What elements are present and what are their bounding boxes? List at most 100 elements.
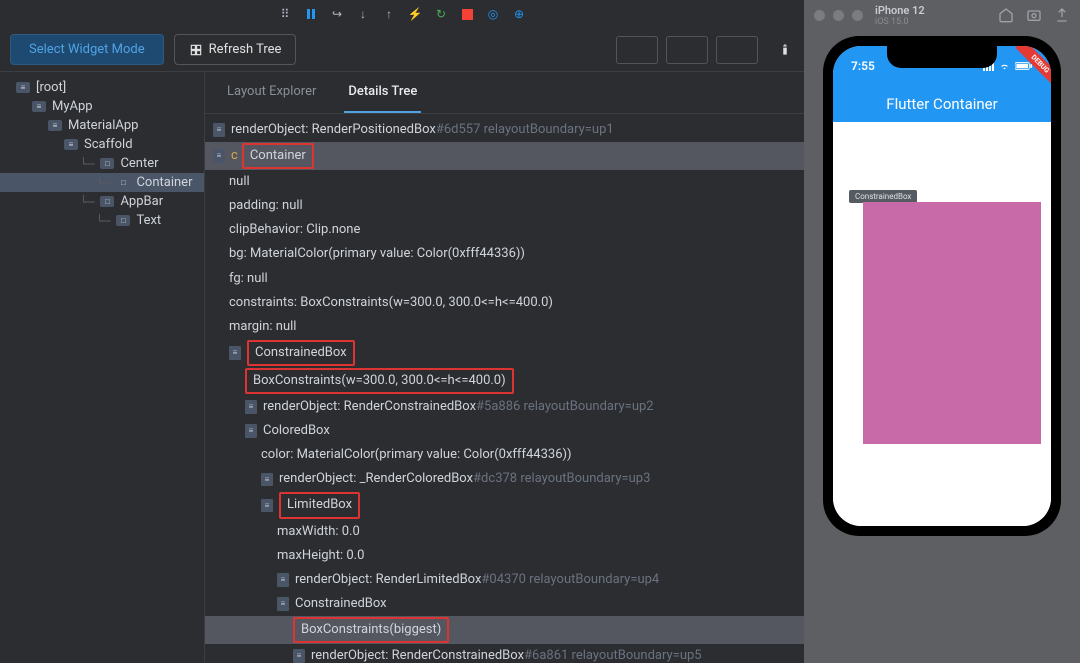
screenshot-icon[interactable]	[1026, 7, 1042, 23]
detail-row[interactable]: ≡ renderObject: RenderConstrainedBox#5a88…	[205, 395, 804, 419]
simulator-os-label: iOS 15.0	[875, 17, 925, 27]
details-tabs: Layout Explorer Details Tree	[205, 72, 804, 114]
toolbar-box[interactable]	[616, 36, 658, 64]
detail-row[interactable]: color: MaterialColor(primary value: Colo…	[205, 443, 804, 467]
detail-text: ColoredBox	[263, 420, 330, 442]
widget-label: [root]	[36, 80, 66, 95]
detail-row[interactable]: constraints: BoxConstraints(w=300.0, 300…	[205, 291, 804, 315]
widget-tree-item[interactable]: └─ □Center	[0, 154, 204, 173]
step-in-icon[interactable]: ↓	[354, 5, 372, 23]
tab-details-tree[interactable]: Details Tree	[344, 72, 421, 113]
detail-row[interactable]: fg: null	[205, 267, 804, 291]
detail-text: maxHeight: 0.0	[277, 545, 364, 567]
detail-text: margin: null	[229, 316, 296, 338]
share-icon[interactable]	[1054, 7, 1070, 23]
detail-text: renderObject: RenderConstrainedBox	[263, 396, 476, 418]
widget-tree-item[interactable]: ≡ [root]	[0, 78, 204, 97]
detail-row[interactable]: ≡LimitedBox	[205, 491, 804, 519]
toolbar-box[interactable]	[666, 36, 708, 64]
tab-layout-explorer[interactable]: Layout Explorer	[223, 72, 320, 113]
detail-badge-icon: ≡	[229, 346, 241, 360]
refresh-tree-button[interactable]: Refresh Tree	[174, 34, 297, 65]
widget-tree-item[interactable]: └─ □AppBar	[0, 192, 204, 211]
step-out-icon[interactable]: ↑	[380, 5, 398, 23]
detail-row[interactable]: ≡renderObject: _RenderColoredBox#dc378 r…	[205, 467, 804, 491]
detail-row[interactable]: BoxConstraints(w=300.0, 300.0<=h<=400.0)	[205, 367, 804, 395]
select-widget-button[interactable]: Select Widget Mode	[10, 34, 164, 65]
widget-badge-icon: ≡	[64, 139, 78, 150]
devtools-main: ⠿ ↪ ↓ ↑ ⚡ ↻ ◎ ⊕ Select Widget Mode Refre…	[0, 0, 804, 663]
refresh-icon[interactable]: ↻	[432, 5, 450, 23]
widget-tree-item[interactable]: └─ □Container	[0, 173, 204, 192]
zoom-target-icon[interactable]: ⊕	[510, 5, 528, 23]
detail-row[interactable]: padding: null	[205, 194, 804, 218]
widget-tree-item[interactable]: └─ □Text	[0, 211, 204, 230]
grip-icon[interactable]: ⠿	[276, 5, 294, 23]
bolt-icon[interactable]: ⚡	[406, 5, 424, 23]
detail-text: BoxConstraints(biggest)	[293, 617, 449, 643]
traffic-max-icon[interactable]	[852, 10, 863, 21]
detail-text: renderObject: RenderConstrainedBox	[311, 645, 524, 663]
widget-tree-item[interactable]: ≡MyApp	[0, 97, 204, 116]
battery-icon	[776, 41, 794, 59]
phone-screen[interactable]: 7:55 DEBUG Flutter Container Constrained…	[833, 46, 1051, 526]
wifi-icon	[998, 61, 1011, 71]
detail-dim-text: #6a861 relayoutBoundary=up5	[524, 645, 702, 663]
widget-label: Container	[136, 175, 192, 190]
detail-text: maxWidth: 0.0	[277, 521, 360, 543]
detail-row[interactable]: ≡renderObject: RenderPositionedBox#6d557…	[205, 118, 804, 142]
inspector-content: ≡[root]≡MyApp≡MaterialApp≡Scaffold└─ □Ce…	[0, 72, 804, 663]
stop-icon[interactable]	[458, 5, 476, 23]
details-tree[interactable]: ≡renderObject: RenderPositionedBox#6d557…	[205, 114, 804, 663]
detail-row[interactable]: bg: MaterialColor(primary value: Color(0…	[205, 242, 804, 266]
detail-row[interactable]: BoxConstraints(biggest)	[205, 616, 804, 644]
detail-text: renderObject: RenderPositionedBox	[231, 119, 436, 141]
toolbar-box[interactable]	[716, 36, 758, 64]
target-icon[interactable]: ◎	[484, 5, 502, 23]
widget-label: MaterialApp	[68, 118, 138, 133]
step-over-icon[interactable]: ↪	[328, 5, 346, 23]
detail-text: clipBehavior: Clip.none	[229, 219, 360, 241]
detail-row[interactable]: ≡ renderObject: RenderConstrainedBox#6a86…	[205, 644, 804, 663]
traffic-min-icon[interactable]	[833, 10, 844, 21]
debug-toolbar: ⠿ ↪ ↓ ↑ ⚡ ↻ ◎ ⊕	[0, 0, 804, 28]
widget-tree-item[interactable]: ≡Scaffold	[0, 135, 204, 154]
detail-row[interactable]: ≡ ColoredBox	[205, 419, 804, 443]
detail-row[interactable]: maxWidth: 0.0	[205, 520, 804, 544]
detail-row[interactable]: null	[205, 170, 804, 194]
home-icon[interactable]	[998, 7, 1014, 23]
detail-dim-text: #5a886 relayoutBoundary=up2	[476, 396, 654, 418]
phone-frame: 7:55 DEBUG Flutter Container Constrained…	[823, 36, 1061, 536]
detail-row[interactable]: ≡ConstrainedBox	[205, 592, 804, 616]
widget-badge-icon: ≡	[16, 82, 30, 93]
traffic-close-icon[interactable]	[814, 10, 825, 21]
detail-badge-icon: ≡	[293, 649, 305, 663]
detail-text: ConstrainedBox	[295, 593, 387, 615]
detail-row[interactable]: ≡cContainer	[205, 142, 804, 170]
detail-badge-icon: ≡	[245, 400, 257, 414]
widget-tree-panel[interactable]: ≡[root]≡MyApp≡MaterialApp≡Scaffold└─ □Ce…	[0, 72, 205, 663]
detail-text: BoxConstraints(w=300.0, 300.0<=h<=400.0)	[245, 368, 514, 394]
detail-badge-icon: ≡	[261, 473, 273, 487]
detail-row[interactable]: maxHeight: 0.0	[205, 544, 804, 568]
detail-text: renderObject: RenderLimitedBox	[295, 569, 481, 591]
widget-label: AppBar	[120, 194, 163, 209]
detail-text: color: MaterialColor(primary value: Colo…	[261, 444, 572, 466]
widget-badge-icon: □	[116, 177, 130, 188]
detail-text: fg: null	[229, 268, 268, 290]
detail-badge-icon: ≡	[245, 424, 257, 438]
widget-badge-icon: □	[100, 196, 114, 207]
detail-dim-text: #dc378 relayoutBoundary=up3	[473, 468, 650, 490]
widget-label: Text	[136, 213, 161, 228]
pause-icon[interactable]	[302, 5, 320, 23]
simulator-device-label: iPhone 12	[875, 4, 925, 17]
detail-row[interactable]: ≡renderObject: RenderLimitedBox#04370 re…	[205, 568, 804, 592]
detail-row[interactable]: ≡ ConstrainedBox	[205, 339, 804, 367]
widget-badge-icon: ≡	[48, 120, 62, 131]
detail-row[interactable]: clipBehavior: Clip.none	[205, 218, 804, 242]
widget-tree-item[interactable]: ≡ MaterialApp	[0, 116, 204, 135]
detail-text: constraints: BoxConstraints(w=300.0, 300…	[229, 292, 553, 314]
widget-badge-icon: ≡	[32, 101, 46, 112]
detail-text: ConstrainedBox	[247, 340, 355, 366]
detail-row[interactable]: margin: null	[205, 315, 804, 339]
